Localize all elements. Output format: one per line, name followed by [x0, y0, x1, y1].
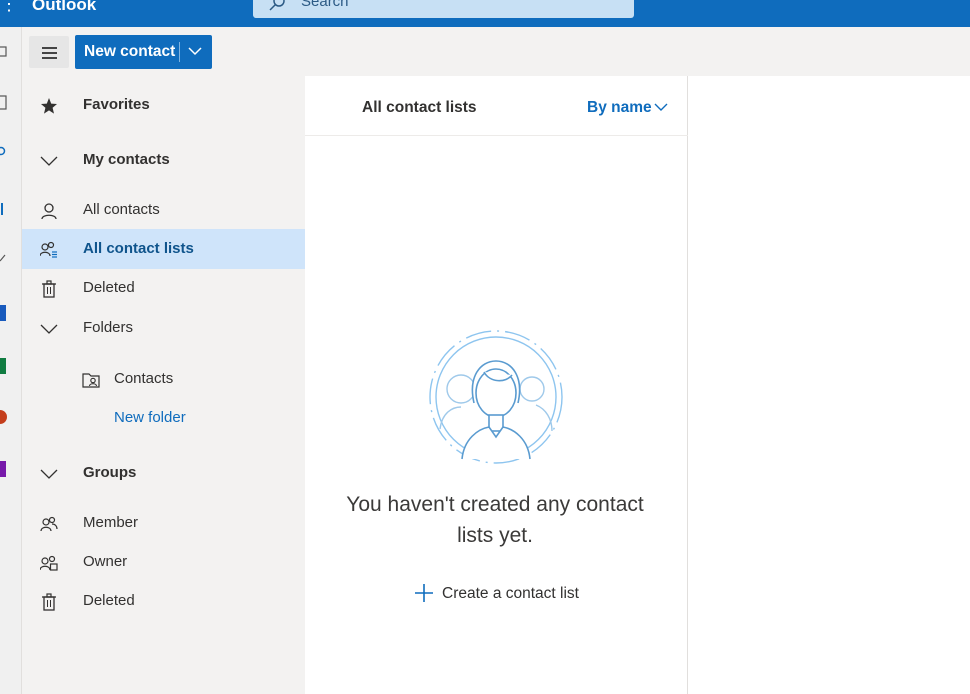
app-rail [0, 27, 22, 694]
new-contact-label[interactable]: New contact [84, 43, 175, 61]
nav-label: Owner [83, 553, 128, 570]
list-header: All contact lists By name [305, 76, 688, 136]
onenote-icon[interactable] [0, 460, 8, 478]
nav-label: All contact lists [83, 240, 194, 257]
nav-label: My contacts [83, 151, 170, 168]
app-title[interactable]: Outlook [32, 0, 96, 15]
nav-label: Folders [83, 319, 134, 336]
nav-label: Member [83, 514, 139, 531]
navigation-pane: Favorites My contacts All contacts All c… [22, 76, 305, 694]
chevron-down-icon[interactable] [654, 101, 668, 113]
chevron-down-icon [40, 324, 58, 334]
hamburger-line [42, 57, 57, 59]
powerpoint-icon[interactable] [0, 408, 8, 426]
nav-label: Groups [83, 464, 137, 481]
person-icon [41, 203, 57, 220]
reading-pane [688, 76, 970, 694]
excel-icon[interactable] [0, 357, 8, 375]
nav-label: Deleted [83, 279, 135, 296]
list-title: All contact lists [362, 99, 477, 116]
search-input[interactable]: Search [301, 0, 349, 10]
nav-label: Favorites [83, 96, 150, 113]
nav-owner[interactable]: Owner [22, 542, 305, 582]
trash-icon [42, 280, 56, 298]
contact-list-pane: All contact lists By name You haven't cr… [305, 76, 688, 694]
empty-state-message: You haven't created any contact lists ye… [346, 493, 644, 547]
star-icon [41, 98, 57, 114]
nav-groups[interactable]: Groups [22, 453, 305, 493]
nav-contacts-folder[interactable]: Contacts [22, 359, 305, 399]
nav-favorites[interactable]: Favorites [22, 85, 305, 125]
create-contact-list-label: Create a contact list [442, 585, 579, 602]
people-owner-icon [40, 555, 58, 571]
hamburger-icon [42, 47, 57, 49]
app-launcher-icon[interactable]: ⋮ [0, 0, 18, 15]
nav-new-folder[interactable]: New folder [22, 398, 305, 438]
mail-icon[interactable] [0, 45, 8, 59]
folder-person-icon [82, 373, 100, 388]
trash-icon [42, 593, 56, 611]
word-icon[interactable] [0, 304, 8, 322]
search-box[interactable]: Search [253, 0, 634, 18]
sort-button[interactable]: By name [587, 99, 652, 117]
search-icon [269, 0, 285, 11]
nav-deleted[interactable]: Deleted [22, 268, 305, 308]
plus-icon [415, 584, 433, 602]
nav-groups-deleted[interactable]: Deleted [22, 581, 305, 621]
nav-label: All contacts [83, 201, 160, 218]
people-list-icon [40, 241, 57, 258]
chevron-down-icon[interactable] [188, 44, 202, 58]
hamburger-line [42, 52, 57, 54]
chevron-down-icon [40, 469, 58, 479]
attach-icon[interactable] [0, 201, 8, 217]
calendar-icon[interactable] [0, 95, 8, 111]
nav-label: Deleted [83, 592, 135, 609]
nav-member[interactable]: Member [22, 503, 305, 543]
empty-state-illustration [429, 330, 563, 464]
nav-all-contacts[interactable]: All contacts [22, 190, 305, 230]
nav-my-contacts[interactable]: My contacts [22, 140, 305, 180]
people-icon [40, 516, 58, 532]
nav-label: Contacts [114, 370, 174, 387]
nav-folders[interactable]: Folders [22, 308, 305, 348]
chevron-down-icon [40, 156, 58, 166]
nav-all-contact-lists[interactable]: All contact lists [22, 229, 305, 269]
command-bar: New contact [22, 27, 970, 76]
top-bar: ⋮ Outlook Search [0, 0, 970, 27]
todo-icon[interactable] [0, 251, 8, 265]
button-divider [179, 42, 180, 62]
new-contact-button[interactable]: New contact [75, 35, 212, 69]
hamburger-button[interactable] [29, 36, 69, 68]
people-icon[interactable] [0, 145, 8, 159]
new-folder-link[interactable]: New folder [114, 409, 186, 426]
